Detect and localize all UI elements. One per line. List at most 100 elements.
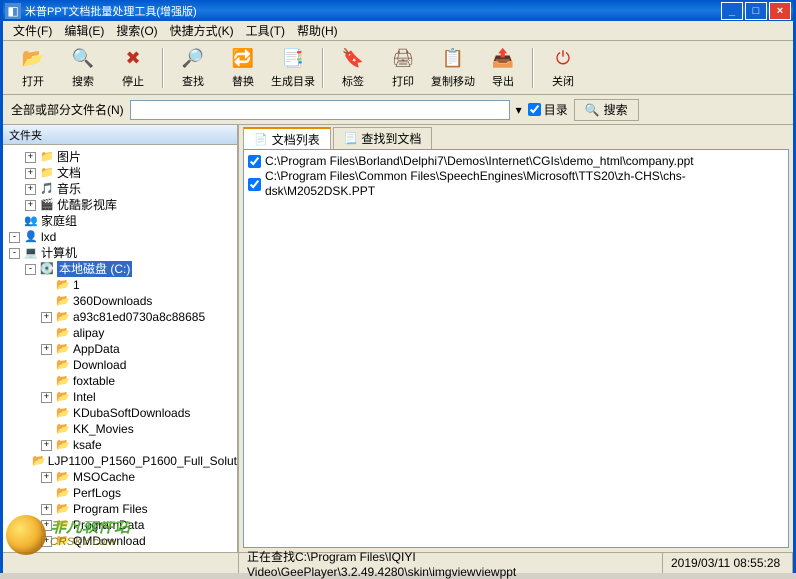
makedir-button[interactable]: 📑生成目录 [269,44,317,92]
folder-icon: 📁 [39,150,55,164]
file-list[interactable]: C:\Program Files\Borland\Delphi7\Demos\I… [243,149,789,548]
expand-toggle[interactable]: + [25,184,36,195]
tree-node[interactable]: +📂Intel [3,389,237,405]
folder-icon: 🎬 [39,198,55,212]
tree-node[interactable]: -💻计算机 [3,245,237,261]
tree-node[interactable]: 📂foxtable [3,373,237,389]
folder-panel-header: 文件夹 [3,125,237,145]
expand-toggle[interactable]: + [41,504,52,515]
search-button[interactable]: 🔍搜索 [59,44,107,92]
tree-node[interactable]: 📂KDubaSoftDownloads [3,405,237,421]
find-icon: 🔎 [181,47,205,71]
file-checkbox[interactable] [248,178,261,191]
menu-help[interactable]: 帮助(H) [291,20,344,41]
menu-edit[interactable]: 编辑(E) [58,20,110,41]
tree-node[interactable]: +📂MSOCache [3,469,237,485]
tree-node[interactable]: +📁图片 [3,149,237,165]
do-search-button[interactable]: 🔍搜索 [574,99,639,121]
tree-label: safemon [73,549,119,552]
directory-checkbox[interactable]: 目录 [528,101,568,118]
folder-tree[interactable]: +📁图片+📁文档+🎵音乐+🎬优酷影视库👥家庭组-👤lxd-💻计算机-💽本地磁盘 … [3,145,237,552]
expand-toggle[interactable]: - [9,232,20,243]
tree-node[interactable]: 📂1 [3,277,237,293]
close-button[interactable]: ⏻关闭 [539,44,587,92]
toolbar-separator [532,48,534,88]
tree-node[interactable]: 📂PerfLogs [3,485,237,501]
expand-toggle[interactable]: - [9,248,20,259]
tree-label: 本地磁盘 (C:) [57,261,132,277]
filename-label: 全部或部分文件名(N) [11,101,124,118]
expand-toggle[interactable]: - [25,264,36,275]
list-icon: 📄 [254,133,268,146]
expand-toggle[interactable]: + [25,200,36,211]
tree-node[interactable]: -👤lxd [3,229,237,245]
find-button[interactable]: 🔎查找 [169,44,217,92]
tree-node[interactable]: +📂ksafe [3,437,237,453]
tree-node[interactable]: 📂safemon [3,549,237,552]
tree-node[interactable]: 👥家庭组 [3,213,237,229]
window-title: 米普PPT文档批量处理工具(增强版) [25,3,721,19]
stop-icon: ✖ [121,47,145,71]
tree-node[interactable]: +📂a93c81ed0730a8c88685 [3,309,237,325]
tree-node[interactable]: +📂AppData [3,341,237,357]
menubar: 文件(F) 编辑(E) 搜索(O) 快捷方式(K) 工具(T) 帮助(H) [3,21,793,41]
tree-node[interactable]: +📁文档 [3,165,237,181]
tree-node[interactable]: +📂QMDownload [3,533,237,549]
expand-toggle[interactable]: + [25,152,36,163]
menu-tool[interactable]: 工具(T) [240,20,291,41]
minimize-button[interactable]: _ [721,2,743,20]
menu-file[interactable]: 文件(F) [7,20,58,41]
titlebar: ◧ 米普PPT文档批量处理工具(增强版) _ □ × [3,0,793,21]
maximize-button[interactable]: □ [745,2,767,20]
menu-search[interactable]: 搜索(O) [110,20,163,41]
tree-label: Program Files [73,501,148,517]
open-button[interactable]: 📂打开 [9,44,57,92]
tree-label: 音乐 [57,181,81,197]
filename-input[interactable] [130,100,510,120]
toolbar-separator [162,48,164,88]
tree-node[interactable]: 📂alipay [3,325,237,341]
folder-icon: 📂 [55,470,71,484]
folder-icon: 📂 [55,486,71,500]
tree-node[interactable]: -💽本地磁盘 (C:) [3,261,237,277]
menu-quick[interactable]: 快捷方式(K) [164,20,240,41]
tree-node[interactable]: 📂Download [3,357,237,373]
expand-toggle[interactable]: + [41,344,52,355]
app-icon: ◧ [5,3,21,19]
expand-toggle[interactable]: + [41,472,52,483]
tree-label: AppData [73,341,120,357]
print-button[interactable]: 🖨打印 [379,44,427,92]
expand-toggle[interactable]: + [41,440,52,451]
expand-toggle[interactable]: + [41,536,52,547]
tree-node[interactable]: +🎵音乐 [3,181,237,197]
expand-toggle[interactable]: + [41,312,52,323]
power-icon: ⏻ [551,47,575,71]
tree-node[interactable]: 📂360Downloads [3,293,237,309]
dropdown-icon[interactable]: ▾ [516,103,522,117]
tree-node[interactable]: +🎬优酷影视库 [3,197,237,213]
file-row[interactable]: C:\Program Files\Borland\Delphi7\Demos\I… [248,154,784,169]
folder-icon: 📂 [55,438,71,452]
folder-icon: 📂 [55,422,71,436]
move-button[interactable]: 📋复制移动 [429,44,477,92]
file-checkbox[interactable] [248,155,261,168]
tree-label: Download [73,357,126,373]
expand-toggle[interactable]: + [41,520,52,531]
tree-node[interactable]: +📂Program Files [3,501,237,517]
print-icon: 🖨 [391,47,415,71]
close-window-button[interactable]: × [769,2,791,20]
expand-toggle[interactable]: + [25,168,36,179]
stop-button[interactable]: ✖停止 [109,44,157,92]
directory-icon: 📑 [281,47,305,71]
tree-node[interactable]: 📂KK_Movies [3,421,237,437]
replace-button[interactable]: 🔁替换 [219,44,267,92]
tag-button[interactable]: 🔖标签 [329,44,377,92]
export-button[interactable]: 📤导出 [479,44,527,92]
file-row[interactable]: C:\Program Files\Common Files\SpeechEngi… [248,169,784,199]
tree-label: ProgramData [73,517,144,533]
tree-node[interactable]: +📂ProgramData [3,517,237,533]
tree-node[interactable]: 📂LJP1100_P1560_P1600_Full_Solut [3,453,237,469]
tab-file-list[interactable]: 📄文档列表 [243,127,331,149]
expand-toggle[interactable]: + [41,392,52,403]
tab-found-files[interactable]: 📃查找到文档 [333,127,433,149]
